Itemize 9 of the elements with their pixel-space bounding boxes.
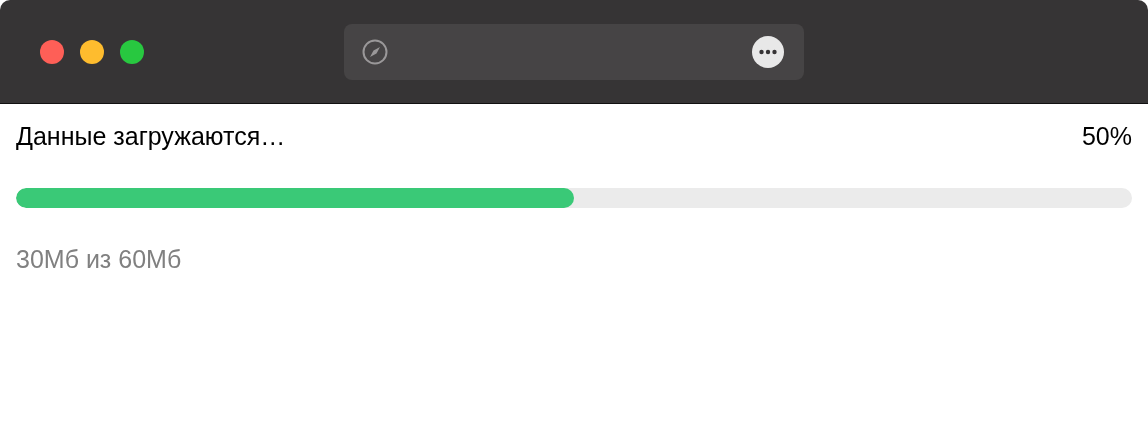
address-bar[interactable]	[344, 23, 804, 80]
minimize-button[interactable]	[80, 39, 104, 64]
compass-icon	[362, 38, 388, 65]
status-label: Данные загружаются…	[16, 121, 286, 152]
percent-label: 50%	[1081, 121, 1132, 152]
close-button[interactable]	[40, 39, 64, 64]
zoom-button[interactable]	[120, 39, 144, 64]
more-icon[interactable]	[752, 35, 784, 68]
size-label: 30Мб из 60Мб	[16, 244, 183, 275]
